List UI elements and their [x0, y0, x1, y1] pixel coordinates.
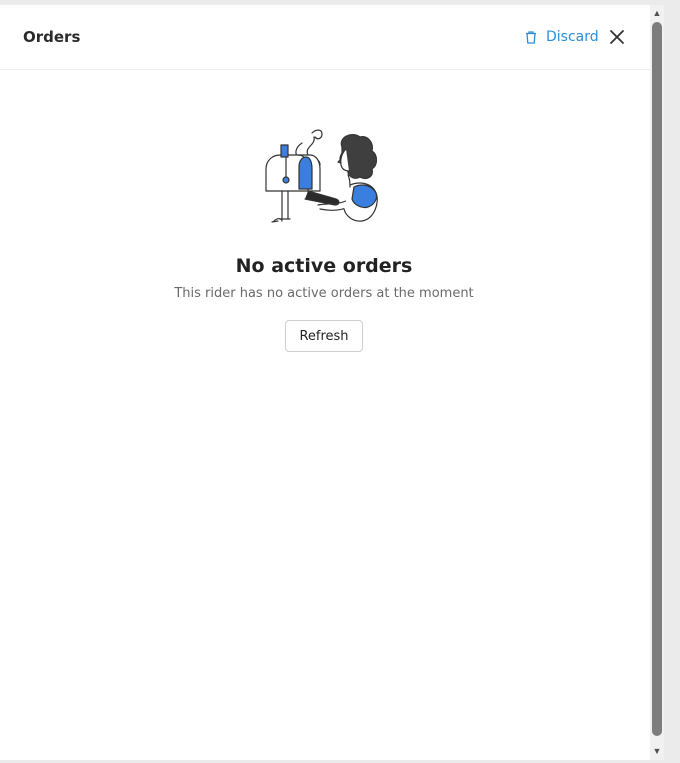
empty-state: No active orders This rider has no activ… [0, 70, 650, 760]
empty-mailbox-illustration [262, 125, 386, 237]
discard-label: Discard [546, 29, 599, 45]
close-button[interactable] [606, 26, 628, 48]
scroll-thumb[interactable] [652, 22, 662, 736]
scroll-up-arrow-icon[interactable]: ▲ [650, 6, 664, 20]
orders-panel: Orders Discard No active orders This rid… [0, 5, 650, 760]
panel-title: Orders [23, 28, 81, 46]
panel-header: Orders Discard [0, 5, 650, 70]
scroll-down-arrow-icon[interactable]: ▼ [650, 744, 664, 758]
close-icon [606, 30, 628, 52]
vertical-scrollbar[interactable]: ▲ ▼ [650, 5, 664, 760]
empty-state-subtitle: This rider has no active orders at the m… [174, 286, 474, 301]
empty-state-title: No active orders [235, 255, 413, 277]
refresh-button[interactable]: Refresh [285, 320, 363, 352]
trash-icon [524, 30, 538, 45]
discard-button[interactable]: Discard [524, 27, 599, 47]
